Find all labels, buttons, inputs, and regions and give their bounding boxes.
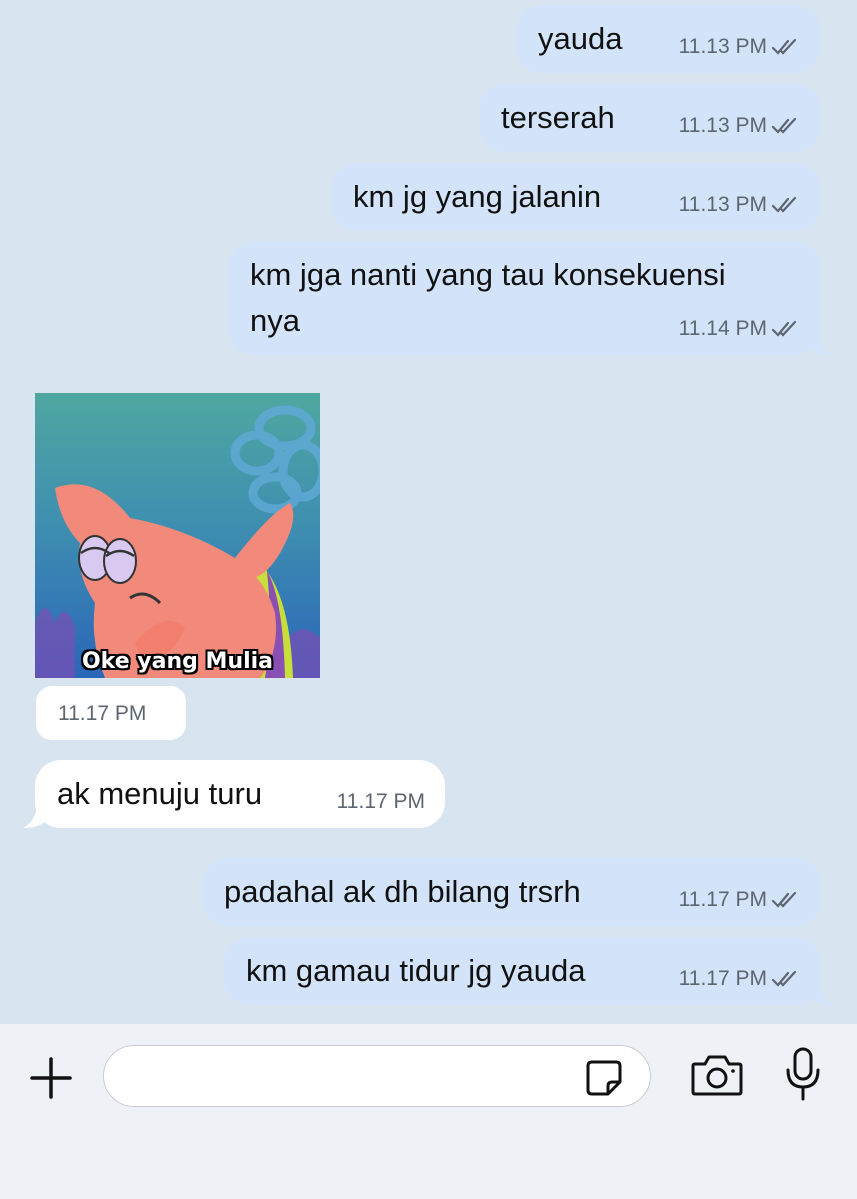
message-text-line1: km jga nanti yang tau konsekuensi xyxy=(250,257,726,292)
chat-area[interactable]: yauda 11.13 PM terserah 11.13 PM km jg y… xyxy=(0,0,857,1024)
message-meta: 11.17 PM xyxy=(679,967,801,991)
message-text: km gamau tidur jg yauda xyxy=(246,953,586,988)
message-meta: 11.13 PM xyxy=(679,114,801,138)
double-check-icon xyxy=(771,38,797,55)
message-input-box[interactable] xyxy=(124,1054,578,1100)
outgoing-message[interactable]: km jg yang jalanin 11.13 PM xyxy=(331,163,821,231)
sticker-timestamp: 11.17 PM xyxy=(36,686,186,740)
double-check-icon xyxy=(771,320,797,337)
sticker-image[interactable]: Oke yang Mulia xyxy=(35,393,320,678)
message-time: 11.14 PM xyxy=(678,317,767,340)
outgoing-message[interactable]: km gamau tidur jg yauda 11.17 PM xyxy=(224,937,833,1005)
patrick-sticker-illustration xyxy=(35,393,320,678)
message-time: 11.13 PM xyxy=(678,114,767,137)
message-text: terserah xyxy=(501,100,615,135)
message-time: 11.13 PM xyxy=(678,193,767,216)
message-time: 11.17 PM xyxy=(678,967,767,990)
bubble-tail xyxy=(23,806,47,828)
bubble-tail xyxy=(809,983,833,1005)
double-check-icon xyxy=(771,117,797,134)
message-time: 11.17 PM xyxy=(336,790,425,813)
message-text: ak menuju turu xyxy=(57,776,263,811)
message-time: 11.13 PM xyxy=(678,35,767,58)
outgoing-message[interactable]: padahal ak dh bilang trsrh 11.17 PM xyxy=(202,858,821,926)
message-meta: 11.13 PM xyxy=(679,193,801,217)
message-time: 11.17 PM xyxy=(678,888,767,911)
message-input[interactable] xyxy=(103,1045,651,1107)
outgoing-message[interactable]: terserah 11.13 PM xyxy=(479,84,821,152)
outgoing-message[interactable]: km jga nanti yang tau konsekuensi nya 11… xyxy=(228,242,833,355)
bubble-tail xyxy=(809,333,833,355)
incoming-message[interactable]: ak menuju turu 11.17 PM xyxy=(23,760,445,828)
message-meta: 11.17 PM xyxy=(337,790,425,814)
double-check-icon xyxy=(771,891,797,908)
message-meta: 11.17 PM xyxy=(679,888,801,912)
plus-icon[interactable] xyxy=(28,1055,74,1101)
sticker-icon[interactable] xyxy=(584,1058,624,1098)
message-text-line2: nya xyxy=(250,303,300,338)
double-check-icon xyxy=(771,196,797,213)
microphone-icon[interactable] xyxy=(784,1046,822,1102)
message-meta: 11.14 PM xyxy=(679,317,801,341)
message-meta: 11.13 PM xyxy=(679,35,801,59)
message-text: yauda xyxy=(538,21,623,56)
sticker-caption: Oke yang Mulia xyxy=(81,649,274,674)
double-check-icon xyxy=(771,970,797,987)
message-text: km jg yang jalanin xyxy=(353,179,602,214)
outgoing-message[interactable]: yauda 11.13 PM xyxy=(516,5,821,73)
camera-icon[interactable] xyxy=(690,1052,744,1098)
message-text: padahal ak dh bilang trsrh xyxy=(224,874,581,909)
